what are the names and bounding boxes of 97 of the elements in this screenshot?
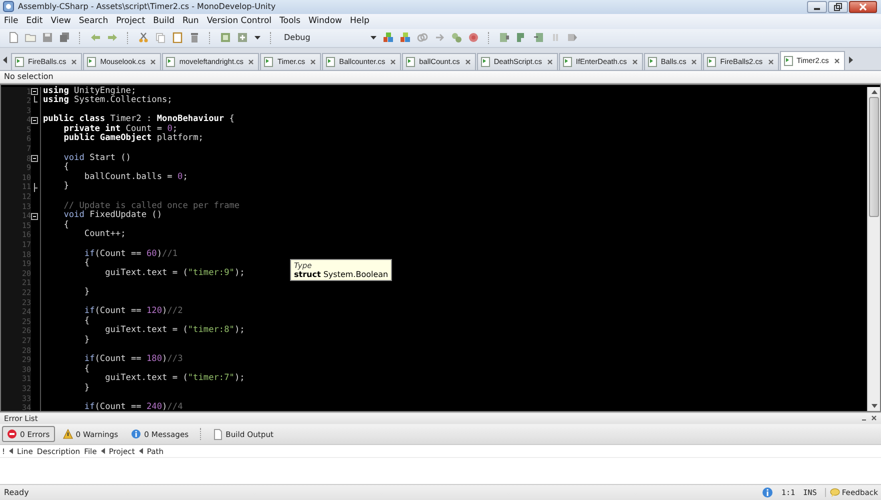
menu-item[interactable]: Tools [280, 16, 300, 26]
code-line: using System.Collections; [43, 95, 172, 106]
code-line: } [83, 334, 90, 345]
code-editor[interactable] [0, 84, 881, 412]
code-line: private int Count = 0; [62, 124, 178, 134]
close-icon[interactable] [632, 58, 638, 65]
speech-bubble-icon [830, 488, 840, 498]
file-icon [87, 56, 96, 67]
menu-item[interactable]: Project [116, 16, 146, 26]
menu-item[interactable]: Edit [26, 16, 43, 26]
restore-button[interactable] [828, 0, 848, 13]
window-title: Assembly-CSharp - Assets\script\Timer2.cs - MonoDevelop-Unity [18, 2, 276, 12]
code-line: using UnityEngine; [43, 86, 136, 96]
code-line: } [83, 382, 90, 393]
scissors-icon[interactable] [138, 32, 149, 44]
menu-item[interactable]: Version Control [206, 16, 272, 26]
code-line: { [83, 258, 90, 268]
code-line: if(Count == 180)//3 [83, 354, 183, 364]
close-icon[interactable] [390, 58, 396, 65]
configuration-dropdown[interactable]: Debug [281, 33, 364, 42]
close-icon[interactable] [71, 58, 78, 65]
code-line: // Update is called once per frame [62, 200, 240, 211]
file-icon [406, 56, 416, 67]
close-icon[interactable] [546, 58, 553, 65]
code-line: } [83, 286, 90, 297]
scroll-down-icon[interactable] [870, 402, 878, 409]
close-icon[interactable] [248, 58, 254, 65]
menu-item[interactable]: Search [78, 16, 108, 26]
restore-icon [834, 2, 842, 11]
close-icon[interactable] [150, 58, 156, 65]
fold-line-icon [31, 182, 38, 192]
code-line: Count++; [83, 229, 126, 240]
blocks-icon[interactable] [383, 32, 394, 44]
status-text: Ready [4, 488, 29, 498]
blocks-icon[interactable] [400, 32, 411, 44]
code-line: void FixedUpdate () [62, 210, 162, 220]
menu-item[interactable]: Help [350, 16, 370, 26]
menu-item[interactable]: File [4, 16, 18, 26]
code-line: { [62, 162, 69, 172]
sort-arrow-icon [9, 448, 14, 454]
file-icon [784, 56, 793, 66]
close-icon[interactable] [464, 58, 471, 65]
file-icon [264, 56, 274, 67]
code-line: void Start () [62, 152, 131, 163]
close-button[interactable] [849, 0, 877, 13]
stop-icon[interactable] [468, 32, 479, 44]
code-line: { [83, 316, 90, 326]
file-icon [648, 56, 657, 67]
close-icon [859, 2, 867, 11]
code-line: { [62, 220, 69, 230]
code-line: public class Timer2 : MonoBehaviour { [43, 114, 234, 124]
code-line: guiText.text = ("timer:8"); [104, 325, 245, 336]
file-icon [707, 56, 716, 67]
scroll-left-icon[interactable] [2, 56, 8, 64]
code-line: guiText.text = ("timer:9"); [104, 268, 245, 278]
scroll-right-icon[interactable] [848, 56, 854, 64]
info-icon[interactable] [762, 487, 774, 498]
menu-item[interactable]: View [50, 16, 71, 26]
scrollbar-thumb[interactable] [869, 96, 879, 217]
close-icon[interactable] [768, 58, 774, 65]
warning-icon [62, 429, 73, 440]
fold-toggle-icon[interactable] [31, 86, 38, 96]
code-line: ballCount.balls = 0; [83, 172, 188, 182]
close-icon[interactable] [871, 415, 877, 422]
menu-item[interactable]: Build [153, 16, 175, 26]
code-line: if(Count == 240)//4 [83, 402, 183, 412]
tooltip-text: struct System.Boolean [294, 270, 388, 279]
code-line: if(Count == 120)//2 [83, 306, 183, 316]
file-icon [15, 56, 24, 67]
code-line: if(Count == 60)//1 [83, 248, 178, 259]
file-icon [480, 56, 490, 67]
close-icon[interactable] [834, 58, 840, 64]
fold-line-icon [31, 96, 38, 106]
close-icon[interactable] [310, 58, 316, 65]
minimize-button[interactable] [807, 0, 827, 13]
info-icon [131, 429, 142, 440]
code-line: { [83, 364, 90, 374]
file-icon [326, 56, 336, 67]
fold-toggle-icon[interactable] [31, 116, 38, 125]
menu-item[interactable]: Run [182, 16, 199, 26]
code-line: public GameObject platform; [62, 133, 204, 144]
code-line: } [62, 181, 69, 192]
fold-toggle-icon[interactable] [31, 212, 38, 221]
sort-arrow-icon [138, 448, 143, 454]
document-icon [212, 428, 223, 440]
code-line: guiText.text = ("timer:7"); [104, 373, 245, 384]
new-file-icon[interactable] [8, 32, 19, 44]
menu-item[interactable]: Window [308, 16, 342, 26]
error-icon [7, 429, 17, 440]
file-icon [166, 56, 176, 67]
app-icon [3, 1, 14, 12]
path-bar-text: No selection [4, 72, 54, 82]
fold-toggle-icon[interactable] [31, 154, 38, 163]
close-icon[interactable] [691, 58, 698, 65]
file-icon [562, 56, 572, 67]
sort-arrow-icon [100, 448, 105, 454]
vertical-scrollbar[interactable] [867, 86, 880, 411]
